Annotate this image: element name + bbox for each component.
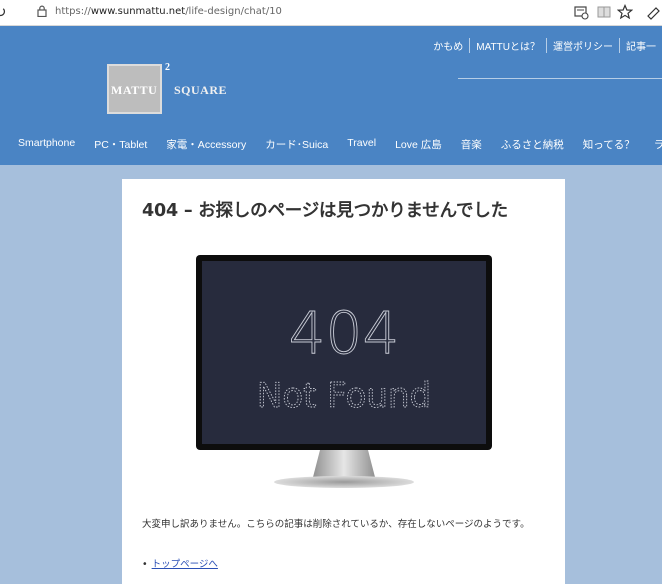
site-header: かもめ MATTUとは？ 運営ポリシー 記事一 MATTU 2 SQUARE S… (0, 26, 662, 165)
logo-superscript: 2 (165, 62, 170, 73)
top-nav-item-policy[interactable]: 運営ポリシー (546, 38, 619, 53)
top-nav-item-about[interactable]: MATTUとは？ (469, 38, 546, 53)
top-page-link[interactable]: トップページへ (152, 559, 218, 570)
nav-item-card-suica[interactable]: カード･Suica (265, 137, 328, 152)
address-bar[interactable]: https://www.sunmattu.net/life-design/cha… (55, 6, 282, 17)
nav-item-furusato-nozei[interactable]: ふるさと納税 (501, 137, 564, 152)
top-nav-item-kamome[interactable]: かもめ (427, 38, 469, 53)
browser-toolbar: ↻ https://www.sunmattu.net/life-design/c… (0, 0, 662, 26)
monitor-base (274, 476, 414, 488)
reader-view-icon[interactable] (596, 4, 612, 20)
top-page-list-item: • トップページへ (142, 556, 218, 570)
screen-text-not-found: Not Found (257, 376, 431, 416)
page-title: 404 – お探しのページは見つかりませんでした (142, 201, 508, 221)
lock-icon[interactable] (37, 5, 47, 17)
reload-icon[interactable]: ↻ (0, 3, 7, 21)
top-nav: かもめ MATTUとは？ 運営ポリシー 記事一 (427, 38, 662, 53)
top-nav-item-articles[interactable]: 記事一 (619, 38, 662, 53)
reading-list-icon[interactable] (573, 4, 589, 20)
error-message: 大変申し訳ありません。こちらの記事は削除されているか、存在しないページのようです… (142, 519, 530, 530)
favorite-star-icon[interactable] (617, 4, 633, 20)
nav-item-music[interactable]: 音楽 (461, 137, 482, 152)
content-card: 404 – お探しのページは見つかりませんでした 404 Not Found 大… (122, 179, 565, 584)
url-host: www.sunmattu.net (90, 6, 186, 17)
nav-item-love-hiroshima[interactable]: Love 広島 (395, 137, 442, 152)
nav-item-pc-tablet[interactable]: PC・Tablet (94, 137, 147, 152)
top-nav-divider (458, 78, 662, 79)
url-prefix: https:// (55, 6, 91, 17)
url-path: /life-design/chat/10 (185, 6, 282, 17)
screen-text-404: 404 (289, 299, 400, 367)
nav-item-travel[interactable]: Travel (347, 137, 376, 152)
list-bullet: • (142, 559, 148, 570)
logo-text: MATTU (111, 83, 158, 97)
nav-item-smartphone[interactable]: Smartphone (18, 137, 75, 152)
nav-item-radio[interactable]: ラジオ (654, 137, 662, 152)
main-nav: Smartphone PC・Tablet 家電・Accessory カード･Su… (18, 137, 662, 152)
monitor-404-image: 404 Not Found (196, 255, 492, 488)
nav-item-appliances[interactable]: 家電・Accessory (166, 137, 246, 152)
nav-item-shitteru[interactable]: 知ってる？ (583, 137, 635, 152)
notes-icon[interactable] (646, 4, 662, 20)
logo-square: SQUARE (174, 83, 228, 97)
